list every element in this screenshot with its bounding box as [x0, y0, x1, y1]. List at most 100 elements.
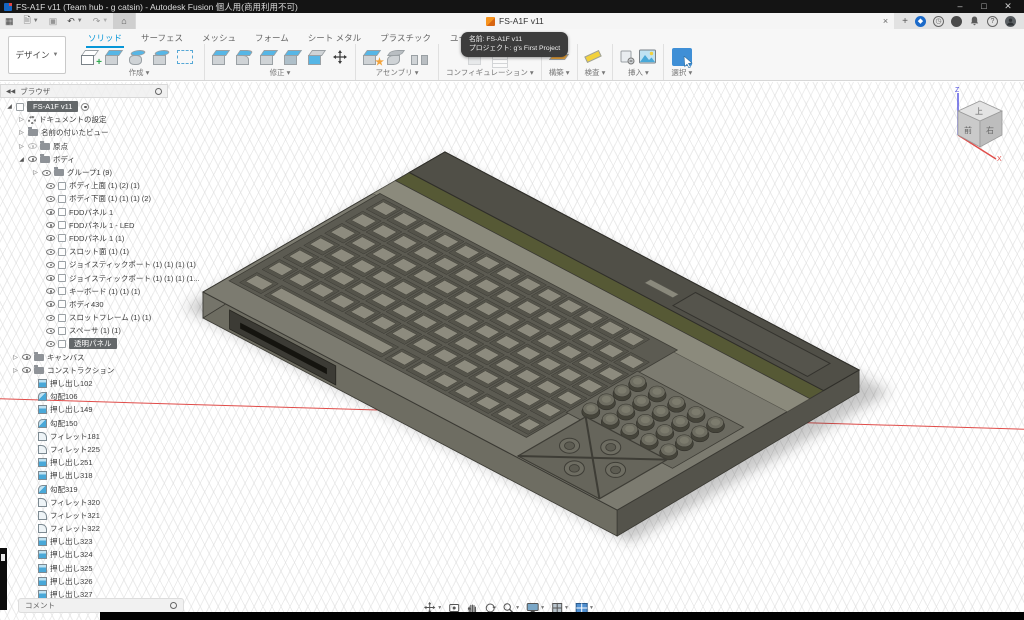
visibility-eye-icon[interactable] [46, 222, 55, 228]
node-doc-settings[interactable]: ▷ ドキュメントの設定 [2, 113, 168, 126]
move-copy-icon[interactable] [332, 49, 348, 65]
close-button[interactable]: ✕ [996, 1, 1020, 12]
feature-tree-row[interactable]: 押し出し325 [2, 562, 168, 575]
body-tree-row[interactable]: 透明パネル [2, 337, 168, 350]
node-named-views[interactable]: ▷ 名前の付いたビュー [2, 126, 168, 139]
browser-options-icon[interactable] [155, 88, 162, 95]
feature-tree-row[interactable]: 押し出し323 [2, 535, 168, 548]
node-canvases-folder[interactable]: ▷ キャンバス [2, 351, 168, 364]
visibility-eye-icon[interactable] [46, 341, 55, 347]
insert-link-icon[interactable] [620, 49, 635, 65]
body-tree-row[interactable]: キーボード (1) (1) (1) [2, 285, 168, 298]
select-group-label[interactable]: 選択 ▾ [671, 67, 692, 79]
combine-icon[interactable] [284, 48, 304, 66]
file-menu-button[interactable]: 🗎▼ [19, 13, 44, 29]
visibility-eye-icon[interactable] [28, 143, 37, 149]
extrude-icon[interactable] [105, 48, 125, 66]
bell-icon[interactable] [969, 16, 980, 27]
root-node[interactable]: ◢ FS-A1F v11 [2, 100, 168, 113]
body-tree-row[interactable]: ジョイスティックポート (1) (1) (1) (1... [2, 271, 168, 284]
notifications-icon[interactable] [951, 16, 962, 27]
feature-tree-row[interactable]: 勾配106 [2, 390, 168, 403]
help-icon[interactable]: ? [987, 16, 998, 27]
node-bodies-folder[interactable]: ◢ ボディ [2, 153, 168, 166]
visibility-eye-icon[interactable] [42, 170, 51, 176]
revolve-icon[interactable] [129, 48, 149, 66]
joint-icon[interactable] [387, 48, 407, 66]
node-group1[interactable]: ▷ グループ1 (9) [2, 166, 168, 179]
minimize-button[interactable]: – [948, 1, 972, 12]
visibility-eye-icon[interactable] [46, 275, 55, 281]
body-tree-row[interactable]: ジョイスティックポート (1) (1) (1) (1) [2, 258, 168, 271]
feature-tree-row[interactable]: フィレット320 [2, 496, 168, 509]
fillet-icon[interactable] [236, 48, 256, 66]
maximize-button[interactable]: □ [972, 1, 996, 12]
comment-options-icon[interactable] [170, 602, 177, 609]
joint-origin-icon[interactable] [411, 48, 431, 66]
collapse-panel-icon[interactable]: ◀◀ [6, 88, 15, 95]
job-status-icon[interactable]: ◷ [933, 16, 944, 27]
feature-tree-row[interactable]: フィレット322 [2, 522, 168, 535]
node-origin[interactable]: ▷ 原点 [2, 140, 168, 153]
visibility-eye-icon[interactable] [22, 367, 31, 373]
visibility-eye-icon[interactable] [46, 196, 55, 202]
feature-tree-row[interactable]: フィレット321 [2, 509, 168, 522]
configure-group-label[interactable]: コンフィギュレーション ▾ [446, 67, 534, 79]
feature-tree-row[interactable]: 押し出し149 [2, 403, 168, 416]
workspace-switcher[interactable]: デザイン ▼ [8, 36, 66, 74]
save-button[interactable]: ▣ [44, 16, 63, 27]
body-tree-row[interactable]: スロットフレーム (1) (1) [2, 311, 168, 324]
undo-button[interactable]: ↶▼ [62, 16, 88, 27]
shell-icon[interactable] [260, 48, 280, 66]
visibility-eye-icon[interactable] [22, 354, 31, 360]
visibility-eye-icon[interactable] [46, 249, 55, 255]
press-pull-icon[interactable] [212, 48, 232, 66]
activate-radio-icon[interactable] [81, 103, 89, 111]
redo-button[interactable]: ↷▼ [88, 16, 114, 27]
visibility-eye-icon[interactable] [46, 262, 55, 268]
expand-arrow-icon[interactable]: ◢ [6, 103, 13, 110]
body-tree-row[interactable]: スロット面 (1) (1) [2, 245, 168, 258]
visibility-eye-icon[interactable] [46, 183, 55, 189]
extensions-icon[interactable]: ◆ [915, 16, 926, 27]
offset-face-icon[interactable] [308, 48, 328, 66]
avatar[interactable] [1005, 16, 1016, 27]
new-component-icon[interactable]: ★ [363, 48, 383, 66]
viewport-canvas[interactable]: Z X 上 前 右 ◀◀ ブラウザ ◢ FS-A1F v11 [0, 82, 1024, 620]
body-tree-row[interactable]: スペーサ (1) (1) [2, 324, 168, 337]
feature-tree-row[interactable]: 押し出し102 [2, 377, 168, 390]
assemble-group-label[interactable]: アセンブリ ▾ [376, 67, 419, 79]
feature-tree-row[interactable]: 押し出し324 [2, 548, 168, 561]
comment-bar[interactable]: コメント [18, 598, 184, 613]
feature-tree-row[interactable]: 勾配319 [2, 482, 168, 495]
body-tree-row[interactable]: FDDパネル 1 - LED [2, 219, 168, 232]
measure-icon[interactable] [585, 48, 605, 66]
document-tab[interactable]: FS-A1F v11 [486, 16, 544, 26]
inspect-group-label[interactable]: 検査 ▾ [585, 67, 606, 79]
insert-group-label[interactable]: 挿入 ▾ [628, 67, 649, 79]
feature-tree-row[interactable]: 押し出し318 [2, 469, 168, 482]
new-tab-button[interactable]: + [902, 16, 908, 27]
visibility-eye-icon[interactable] [46, 328, 55, 334]
insert-image-icon[interactable] [639, 49, 656, 64]
feature-tree-row[interactable]: 押し出し251 [2, 456, 168, 469]
pattern-icon[interactable] [177, 48, 197, 66]
body-tree-row[interactable]: ボディ上面 (1) (2) (1) [2, 179, 168, 192]
view-cube[interactable]: Z X 上 前 右 [938, 85, 1016, 163]
hole-icon[interactable] [153, 48, 173, 66]
tab-close-button[interactable]: × [883, 16, 888, 26]
feature-tree-row[interactable]: フィレット181 [2, 430, 168, 443]
feature-tree-row[interactable]: 押し出し326 [2, 575, 168, 588]
visibility-eye-icon[interactable] [46, 288, 55, 294]
data-panel-toggle[interactable]: ▦ [0, 16, 19, 27]
body-tree-row[interactable]: ボディ430 [2, 298, 168, 311]
home-tab-button[interactable]: ⌂ [113, 13, 134, 29]
create-group-label[interactable]: 作成 ▾ [129, 67, 150, 79]
body-tree-row[interactable]: FDDパネル 1 (1) [2, 232, 168, 245]
create-sketch-icon[interactable]: + [81, 48, 101, 66]
node-construction-folder[interactable]: ▷ コンストラクション [2, 364, 168, 377]
visibility-eye-icon[interactable] [46, 235, 55, 241]
modify-group-label[interactable]: 修正 ▾ [270, 67, 291, 79]
body-tree-row[interactable]: ボディ下面 (1) (1) (1) (2) [2, 192, 168, 205]
visibility-eye-icon[interactable] [28, 156, 37, 162]
